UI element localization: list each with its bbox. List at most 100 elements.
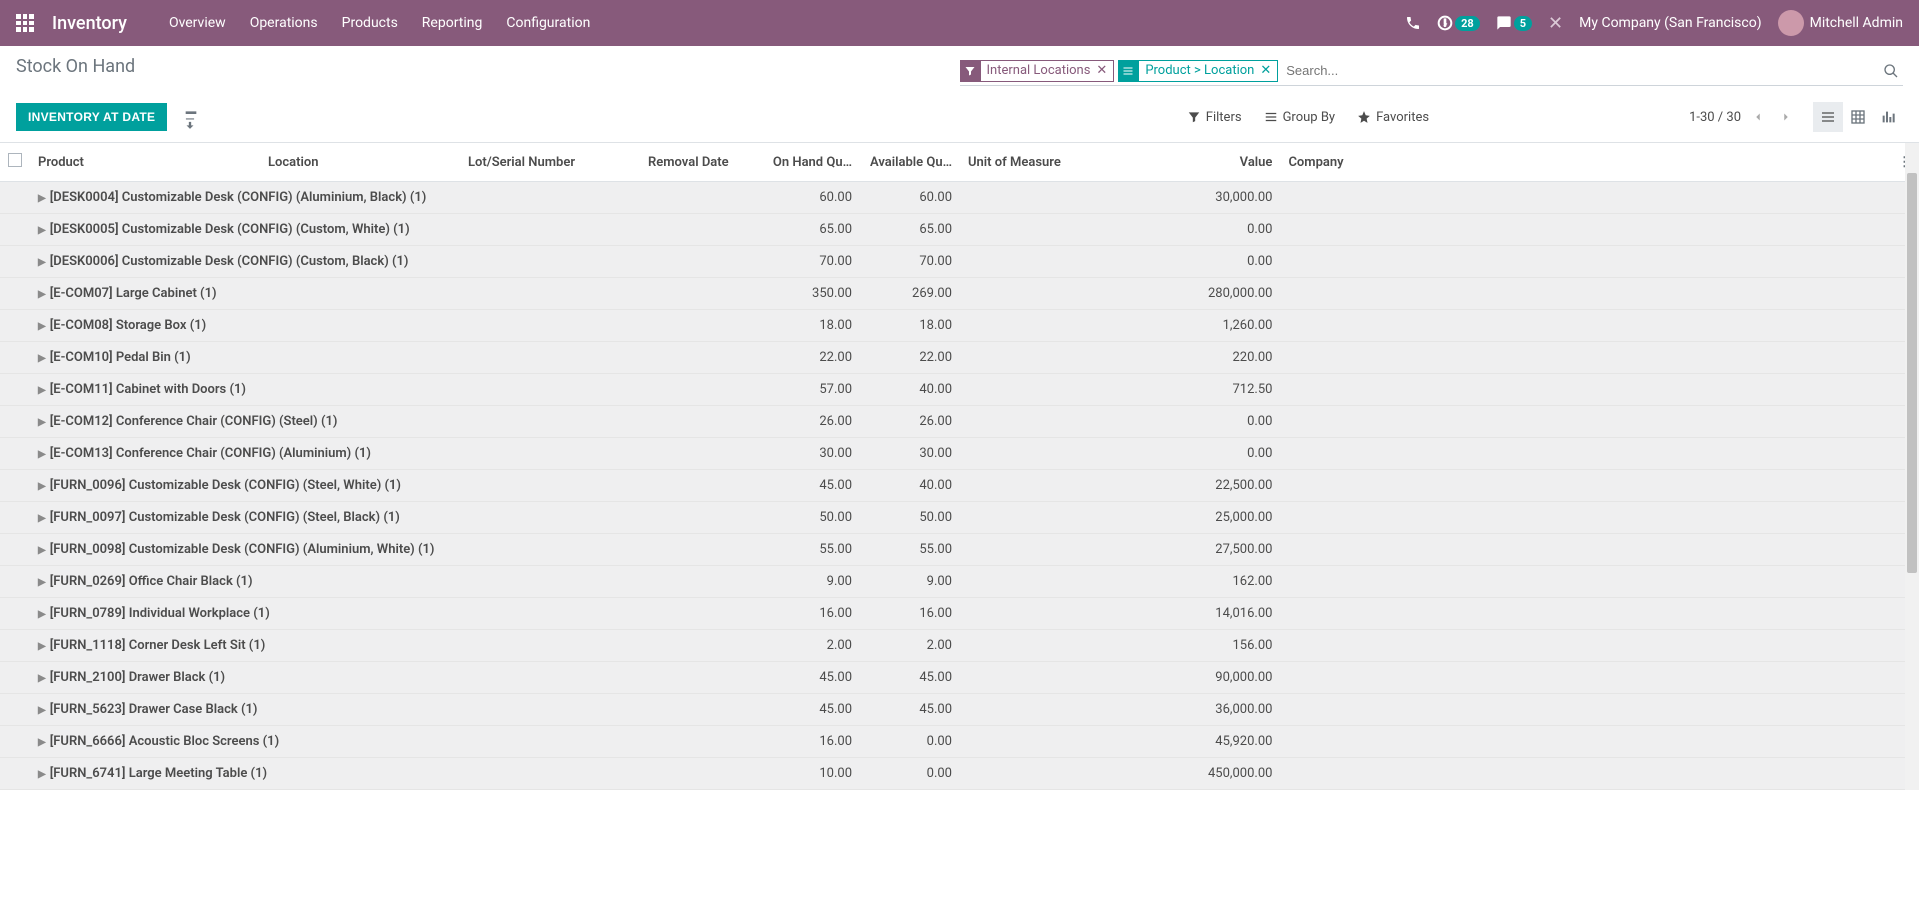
graph-view-icon[interactable] <box>1873 102 1903 132</box>
expand-caret-icon[interactable]: ▶ <box>38 254 50 269</box>
row-value: 25,000.00 <box>1200 502 1280 534</box>
row-product: [DESK0006] Customizable Desk (CONFIG) (C… <box>50 254 409 269</box>
pivot-view-icon[interactable] <box>1843 102 1873 132</box>
expand-caret-icon[interactable]: ▶ <box>38 702 50 717</box>
pager-next-icon[interactable] <box>1775 106 1797 128</box>
table-row[interactable]: ▶[FURN_5623] Drawer Case Black (1)45.004… <box>0 694 1919 726</box>
col-removal[interactable]: Removal Date <box>640 143 760 182</box>
scrollbar-thumb[interactable] <box>1907 173 1917 573</box>
col-lot[interactable]: Lot/Serial Number <box>460 143 640 182</box>
menu-operations[interactable]: Operations <box>250 15 318 31</box>
table-row[interactable]: ▶[E-COM12] Conference Chair (CONFIG) (St… <box>0 406 1919 438</box>
expand-caret-icon[interactable]: ▶ <box>38 638 50 653</box>
groupby-facet[interactable]: Product > Location ✕ <box>1118 60 1278 82</box>
filter-facet[interactable]: Internal Locations ✕ <box>960 60 1115 82</box>
row-onhand: 22.00 <box>760 342 860 374</box>
filter-facet-close-icon[interactable]: ✕ <box>1096 63 1107 78</box>
select-all-checkbox[interactable] <box>8 153 22 167</box>
table-row[interactable]: ▶[DESK0006] Customizable Desk (CONFIG) (… <box>0 246 1919 278</box>
list-view-icon[interactable] <box>1813 102 1843 132</box>
table-row[interactable]: ▶[FURN_0789] Individual Workplace (1)16.… <box>0 598 1919 630</box>
col-value[interactable]: Value <box>1200 143 1280 182</box>
expand-caret-icon[interactable]: ▶ <box>38 382 50 397</box>
app-title[interactable]: Inventory <box>52 13 127 34</box>
row-value: 30,000.00 <box>1200 182 1280 214</box>
table-row[interactable]: ▶[FURN_6741] Large Meeting Table (1)10.0… <box>0 758 1919 790</box>
row-available: 18.00 <box>860 310 960 342</box>
row-product: [FURN_0097] Customizable Desk (CONFIG) (… <box>50 510 400 525</box>
search-input[interactable] <box>1282 61 1879 80</box>
row-available: 60.00 <box>860 182 960 214</box>
table-row[interactable]: ▶[DESK0005] Customizable Desk (CONFIG) (… <box>0 214 1919 246</box>
row-onhand: 70.00 <box>760 246 860 278</box>
table-row[interactable]: ▶[DESK0004] Customizable Desk (CONFIG) (… <box>0 182 1919 214</box>
apps-menu-icon[interactable] <box>16 14 34 32</box>
expand-caret-icon[interactable]: ▶ <box>38 222 50 237</box>
row-onhand: 2.00 <box>760 630 860 662</box>
expand-caret-icon[interactable]: ▶ <box>38 446 50 461</box>
inventory-at-date-button[interactable]: INVENTORY AT DATE <box>16 103 167 131</box>
col-location[interactable]: Location <box>260 143 460 182</box>
groupby-dropdown[interactable]: Group By <box>1264 110 1336 125</box>
expand-caret-icon[interactable]: ▶ <box>38 414 50 429</box>
expand-caret-icon[interactable]: ▶ <box>38 286 50 301</box>
col-product[interactable]: Product <box>30 143 260 182</box>
row-value: 36,000.00 <box>1200 694 1280 726</box>
expand-caret-icon[interactable]: ▶ <box>38 670 50 685</box>
row-onhand: 55.00 <box>760 534 860 566</box>
col-uom[interactable]: Unit of Measure <box>960 143 1200 182</box>
row-product: [FURN_0269] Office Chair Black (1) <box>50 574 253 589</box>
expand-caret-icon[interactable]: ▶ <box>38 478 50 493</box>
row-value: 27,500.00 <box>1200 534 1280 566</box>
expand-caret-icon[interactable]: ▶ <box>38 190 50 205</box>
table-row[interactable]: ▶[E-COM10] Pedal Bin (1)22.0022.00220.00 <box>0 342 1919 374</box>
studio-close-icon[interactable]: ✕ <box>1548 13 1563 34</box>
company-selector[interactable]: My Company (San Francisco) <box>1579 15 1761 31</box>
export-icon[interactable] <box>183 100 199 134</box>
col-company[interactable]: Company <box>1280 143 1890 182</box>
expand-caret-icon[interactable]: ▶ <box>38 766 50 781</box>
pager-text[interactable]: 1-30 / 30 <box>1689 110 1741 125</box>
expand-caret-icon[interactable]: ▶ <box>38 542 50 557</box>
table-row[interactable]: ▶[FURN_0096] Customizable Desk (CONFIG) … <box>0 470 1919 502</box>
search-icon[interactable] <box>1879 63 1903 79</box>
row-product: [E-COM10] Pedal Bin (1) <box>50 350 191 365</box>
expand-caret-icon[interactable]: ▶ <box>38 510 50 525</box>
expand-caret-icon[interactable]: ▶ <box>38 734 50 749</box>
phone-icon[interactable] <box>1405 15 1421 31</box>
row-value: 0.00 <box>1200 406 1280 438</box>
table-row[interactable]: ▶[FURN_6666] Acoustic Bloc Screens (1)16… <box>0 726 1919 758</box>
activity-icon[interactable]: 28 <box>1437 15 1480 31</box>
menu-reporting[interactable]: Reporting <box>422 15 483 31</box>
pager-prev-icon[interactable] <box>1747 106 1769 128</box>
favorites-dropdown[interactable]: Favorites <box>1357 110 1429 125</box>
search-box[interactable]: Internal Locations ✕ Product > Location … <box>960 56 1904 86</box>
table-row[interactable]: ▶[E-COM13] Conference Chair (CONFIG) (Al… <box>0 438 1919 470</box>
user-menu[interactable]: Mitchell Admin <box>1778 10 1903 36</box>
row-onhand: 45.00 <box>760 470 860 502</box>
view-switcher <box>1813 102 1903 132</box>
table-row[interactable]: ▶[FURN_2100] Drawer Black (1)45.0045.009… <box>0 662 1919 694</box>
table-row[interactable]: ▶[E-COM07] Large Cabinet (1)350.00269.00… <box>0 278 1919 310</box>
menu-products[interactable]: Products <box>342 15 398 31</box>
expand-caret-icon[interactable]: ▶ <box>38 350 50 365</box>
menu-overview[interactable]: Overview <box>169 15 226 31</box>
col-onhand[interactable]: On Hand Qu… <box>760 143 860 182</box>
table-row[interactable]: ▶[E-COM08] Storage Box (1)18.0018.001,26… <box>0 310 1919 342</box>
row-available: 55.00 <box>860 534 960 566</box>
table-row[interactable]: ▶[FURN_0269] Office Chair Black (1)9.009… <box>0 566 1919 598</box>
vertical-scrollbar[interactable] <box>1905 143 1919 790</box>
messaging-icon[interactable]: 5 <box>1496 15 1532 31</box>
table-row[interactable]: ▶[E-COM11] Cabinet with Doors (1)57.0040… <box>0 374 1919 406</box>
expand-caret-icon[interactable]: ▶ <box>38 606 50 621</box>
col-available[interactable]: Available Qu… <box>860 143 960 182</box>
expand-caret-icon[interactable]: ▶ <box>38 318 50 333</box>
expand-caret-icon[interactable]: ▶ <box>38 574 50 589</box>
menu-configuration[interactable]: Configuration <box>506 15 590 31</box>
table-row[interactable]: ▶[FURN_1118] Corner Desk Left Sit (1)2.0… <box>0 630 1919 662</box>
groupby-facet-close-icon[interactable]: ✕ <box>1260 63 1271 78</box>
row-product: [E-COM11] Cabinet with Doors (1) <box>50 382 246 397</box>
filters-dropdown[interactable]: Filters <box>1187 110 1242 125</box>
table-row[interactable]: ▶[FURN_0098] Customizable Desk (CONFIG) … <box>0 534 1919 566</box>
table-row[interactable]: ▶[FURN_0097] Customizable Desk (CONFIG) … <box>0 502 1919 534</box>
